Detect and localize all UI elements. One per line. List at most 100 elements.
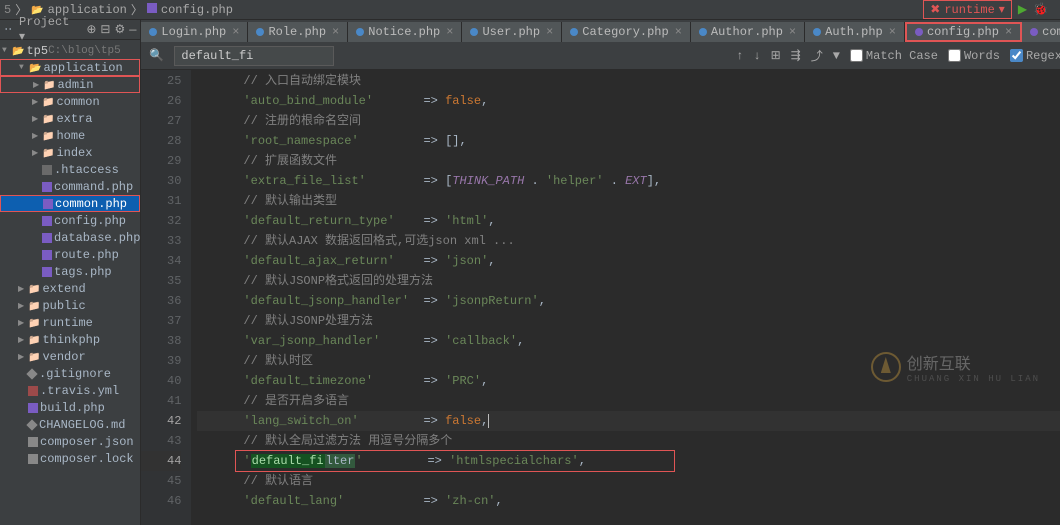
close-icon[interactable]: × xyxy=(1005,25,1012,39)
gear-icon[interactable]: ⚙ xyxy=(114,22,125,37)
tree-item[interactable]: build.php xyxy=(0,399,140,416)
code-line: // 默认时区 xyxy=(197,351,1060,371)
tree-item[interactable]: common.php xyxy=(0,195,140,212)
tree-item[interactable]: ▶common xyxy=(0,93,140,110)
file-type-icon xyxy=(149,28,157,36)
editor-tab[interactable]: Notice.php× xyxy=(348,22,462,42)
filter-icon[interactable]: ▼ xyxy=(833,49,840,63)
file-type-icon xyxy=(356,28,364,36)
line-gutter: 2526272829303132333435363738394041424344… xyxy=(141,70,191,525)
tree-item[interactable]: ▶public xyxy=(0,297,140,314)
code-line: 'default_ajax_return' => 'json', xyxy=(197,251,1060,271)
code-line: // 是否开启多语言 xyxy=(197,391,1060,411)
tree-item[interactable]: CHANGELOG.md xyxy=(0,416,140,433)
editor-tab[interactable]: User.php× xyxy=(462,22,562,42)
code-line: 'extra_file_list' => [THINK_PATH . 'help… xyxy=(197,171,1060,191)
project-tab-icon: : xyxy=(4,26,15,32)
tree-item[interactable]: ▶runtime xyxy=(0,314,140,331)
editor-tab[interactable]: config.php× xyxy=(905,22,1022,42)
next-match-button[interactable]: ↓ xyxy=(753,49,760,63)
code-line: // 默认输出类型 xyxy=(197,191,1060,211)
search-input[interactable] xyxy=(174,46,334,66)
regex-checkbox[interactable]: Regex xyxy=(1010,49,1060,63)
chevron-down-icon: ▾ xyxy=(999,2,1005,17)
tree-item[interactable]: ▶admin xyxy=(0,76,140,93)
tree-item[interactable]: ▶thinkphp xyxy=(0,331,140,348)
file-type-icon xyxy=(470,28,478,36)
project-sidebar: : Project ▾ ⊕ ⊟ ⚙ — ▼tp5 C:\blog\tp5▼app… xyxy=(0,20,141,525)
project-tree[interactable]: ▼tp5 C:\blog\tp5▼application▶admin▶commo… xyxy=(0,40,140,525)
words-checkbox[interactable]: Words xyxy=(948,49,1000,63)
tree-root[interactable]: ▼tp5 C:\blog\tp5 xyxy=(0,42,140,59)
tree-item[interactable]: tags.php xyxy=(0,263,140,280)
tree-item[interactable]: ▶home xyxy=(0,127,140,144)
code-line: 'default_lang' => 'zh-cn', xyxy=(197,491,1060,511)
add-selection-button[interactable]: ⊞ xyxy=(771,48,781,63)
prev-match-button[interactable]: ↑ xyxy=(736,49,743,63)
hide-icon[interactable]: — xyxy=(129,23,136,37)
code-line: 'default_timezone' => 'PRC', xyxy=(197,371,1060,391)
close-icon[interactable]: × xyxy=(446,25,453,39)
run-controls: ✖ runtime ▾ ▶ 🐞 xyxy=(923,0,1056,19)
file-type-icon xyxy=(570,28,578,36)
export-button[interactable]: ⤴ xyxy=(811,47,823,64)
file-type-icon xyxy=(915,28,923,36)
tree-item[interactable]: .htaccess xyxy=(0,161,140,178)
match-case-checkbox[interactable]: Match Case xyxy=(850,49,938,63)
tree-item[interactable]: ▶index xyxy=(0,144,140,161)
editor-pane: Login.php×Role.php×Notice.php×User.php×C… xyxy=(141,20,1060,525)
code-area[interactable]: 2526272829303132333435363738394041424344… xyxy=(141,70,1060,525)
code-line: // 默认AJAX 数据返回格式,可选json xml ... xyxy=(197,231,1060,251)
code-content[interactable]: // 入口自动绑定模块'auto_bind_module' => false,/… xyxy=(191,70,1060,525)
tree-item[interactable]: ▶vendor xyxy=(0,348,140,365)
editor-tabs[interactable]: Login.php×Role.php×Notice.php×User.php×C… xyxy=(141,20,1060,42)
collapse-icon[interactable]: ⊕ xyxy=(86,22,96,37)
tree-item[interactable]: ▼application xyxy=(0,59,140,76)
file-type-icon xyxy=(813,28,821,36)
breadcrumb: 5 〉 application 〉 config.php xyxy=(4,1,923,18)
code-line: // 默认JSONP格式返回的处理方法 xyxy=(197,271,1060,291)
close-icon[interactable]: × xyxy=(332,25,339,39)
code-line: 'default_jsonp_handler' => 'jsonpReturn'… xyxy=(197,291,1060,311)
code-line: 'var_jsonp_handler' => 'callback', xyxy=(197,331,1060,351)
close-icon[interactable]: × xyxy=(675,25,682,39)
editor-tab[interactable]: Author.php× xyxy=(691,22,805,42)
select-all-button[interactable]: ⇶ xyxy=(791,48,801,63)
run-config-selector[interactable]: ✖ runtime ▾ xyxy=(923,0,1012,19)
debug-button[interactable]: 🐞 xyxy=(1033,2,1048,17)
file-type-icon xyxy=(256,28,264,36)
editor-tab[interactable]: common.php× xyxy=(1022,22,1060,42)
editor-tab[interactable]: Auth.php× xyxy=(805,22,905,42)
run-button[interactable]: ▶ xyxy=(1018,2,1027,17)
code-line: 'root_namespace' => [], xyxy=(197,131,1060,151)
highlight-box xyxy=(235,450,675,472)
tree-item[interactable]: command.php xyxy=(0,178,140,195)
code-line: // 注册的根命名空间 xyxy=(197,111,1060,131)
close-icon[interactable]: × xyxy=(789,25,796,39)
close-icon[interactable]: × xyxy=(889,25,896,39)
editor-tab[interactable]: Login.php× xyxy=(141,22,248,42)
close-icon[interactable]: × xyxy=(232,25,239,39)
tree-item[interactable]: ▶extra xyxy=(0,110,140,127)
find-bar: 🔍 ↑ ↓ ⊞ ⇶ ⤴ ▼ Match Case Words Regex 1 个… xyxy=(141,42,1060,70)
code-line: // 默认语言 xyxy=(197,471,1060,491)
file-type-icon xyxy=(1030,28,1038,36)
editor-tab[interactable]: Role.php× xyxy=(248,22,348,42)
warning-icon: ✖ xyxy=(930,2,940,17)
bc-file[interactable]: config.php xyxy=(161,3,233,17)
code-line: // 入口自动绑定模块 xyxy=(197,71,1060,91)
code-line: // 默认全局过滤方法 用逗号分隔多个 xyxy=(197,431,1060,451)
close-icon[interactable]: × xyxy=(546,25,553,39)
tree-item[interactable]: route.php xyxy=(0,246,140,263)
tree-item[interactable]: config.php xyxy=(0,212,140,229)
bc-sep-icon: 〉 xyxy=(131,1,143,18)
tree-item[interactable]: ▶extend xyxy=(0,280,140,297)
tree-item[interactable]: composer.json xyxy=(0,433,140,450)
tree-item[interactable]: database.php xyxy=(0,229,140,246)
tree-item[interactable]: .travis.yml xyxy=(0,382,140,399)
file-type-icon xyxy=(699,28,707,36)
editor-tab[interactable]: Category.php× xyxy=(562,22,691,42)
tree-item[interactable]: .gitignore xyxy=(0,365,140,382)
tree-item[interactable]: composer.lock xyxy=(0,450,140,467)
scroll-icon[interactable]: ⊟ xyxy=(100,22,110,37)
